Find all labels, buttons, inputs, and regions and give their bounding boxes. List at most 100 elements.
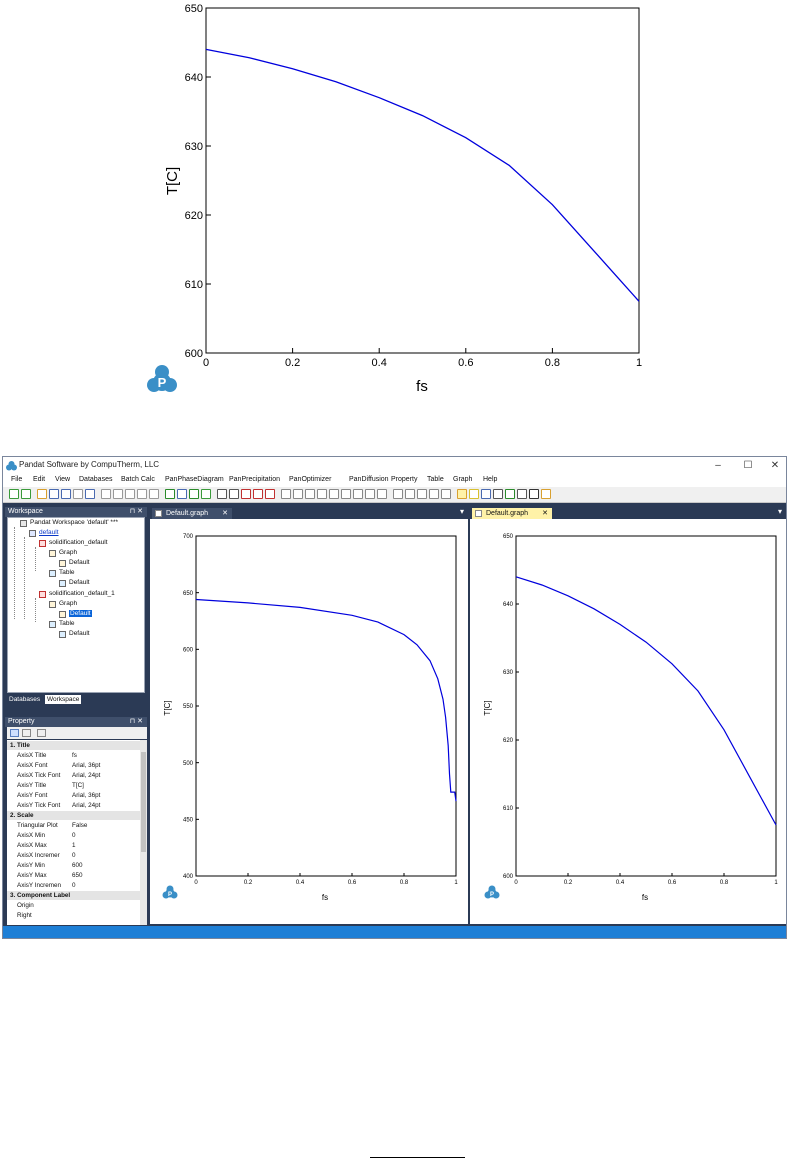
refresh-icon[interactable]: [165, 489, 175, 499]
property-row[interactable]: AxisX Tick Font Arial, 24pt: [7, 771, 140, 780]
bars-icon[interactable]: [405, 489, 415, 499]
property-row[interactable]: Right: [7, 911, 140, 920]
zoom-out-icon[interactable]: [293, 489, 303, 499]
wand-icon[interactable]: [457, 489, 467, 499]
export-icon[interactable]: [177, 489, 187, 499]
property-category[interactable]: 1. Title: [7, 741, 140, 750]
tree-solidification-default-1[interactable]: solidification_default_1: [49, 590, 115, 597]
menu-view[interactable]: View: [55, 476, 70, 483]
property-value[interactable]: T[C]: [72, 781, 84, 790]
property-pin-close[interactable]: ⊓ ✕: [130, 717, 143, 727]
left-doc-dropdown[interactable]: ▾: [460, 507, 464, 516]
property-value[interactable]: False: [72, 821, 87, 830]
menu-pandiffusion[interactable]: PanDiffusion: [349, 476, 389, 483]
property-row[interactable]: AxisY Incremen 0: [7, 881, 140, 890]
maximize-button[interactable]: ☐: [738, 459, 758, 472]
left-graph-view[interactable]: 0 0.2 0.4 0.6 0.8 1400450500550600650700 fs T…: [150, 519, 468, 924]
table-icon[interactable]: [329, 489, 339, 499]
tree-table-2[interactable]: Table: [59, 620, 75, 627]
select-icon[interactable]: [469, 489, 479, 499]
import-icon[interactable]: [189, 489, 199, 499]
property-value[interactable]: 0: [72, 881, 76, 890]
clear-icon[interactable]: [441, 489, 451, 499]
print-graph-icon[interactable]: [417, 489, 427, 499]
right-graph-view[interactable]: 0 0.2 0.4 0.6 0.8 1600610620630640650 fs T[C]…: [470, 519, 786, 924]
pencil-icon[interactable]: [541, 489, 551, 499]
tree-default[interactable]: default: [39, 529, 59, 536]
property-row[interactable]: AxisY Max 650: [7, 871, 140, 880]
property-row[interactable]: AxisX Incremer 0: [7, 851, 140, 860]
menu-panprecipitation[interactable]: PanPrecipitation: [229, 476, 280, 483]
open-icon[interactable]: [21, 489, 31, 499]
grid-icon[interactable]: [317, 489, 327, 499]
columns-icon[interactable]: [393, 489, 403, 499]
property-pages-icon[interactable]: [37, 729, 46, 737]
tree-table-1[interactable]: Table: [59, 569, 75, 576]
menu-table[interactable]: Table: [427, 476, 444, 483]
folder-icon[interactable]: [37, 489, 47, 499]
property-row[interactable]: AxisX Font Arial, 36pt: [7, 761, 140, 770]
copy-icon[interactable]: [113, 489, 123, 499]
frame-icon[interactable]: [505, 489, 515, 499]
workspace-pin-close[interactable]: ⊓ ✕: [130, 507, 143, 517]
property-value[interactable]: Arial, 36pt: [72, 761, 100, 770]
run-icon[interactable]: [201, 489, 211, 499]
point-calc-icon[interactable]: [217, 489, 227, 499]
tree-solidification-default[interactable]: solidification_default: [49, 539, 108, 546]
print-icon[interactable]: [73, 489, 83, 499]
chart-icon[interactable]: [341, 489, 351, 499]
property-value[interactable]: fs: [72, 751, 77, 760]
tree-root[interactable]: Pandat Workspace 'default' ***: [30, 519, 118, 526]
undo-icon[interactable]: [149, 489, 159, 499]
property-value[interactable]: Arial, 24pt: [72, 771, 100, 780]
merge-icon[interactable]: [353, 489, 363, 499]
tree-table-1-default[interactable]: Default: [69, 579, 90, 586]
property-row[interactable]: AxisY Font Arial, 36pt: [7, 791, 140, 800]
left-doc-tab[interactable]: Default.graph ✕: [152, 508, 232, 519]
contour-icon[interactable]: [253, 489, 263, 499]
property-value[interactable]: Arial, 36pt: [72, 791, 100, 800]
right-doc-tab-active[interactable]: Default.graph ✕: [472, 508, 552, 519]
property-row[interactable]: AxisX Max 1: [7, 841, 140, 850]
property-row[interactable]: Triangular Plot False: [7, 821, 140, 830]
property-scrollbar-thumb[interactable]: [141, 752, 146, 852]
tree-graph-2-default-selected[interactable]: Default: [69, 610, 92, 617]
property-value[interactable]: 1: [72, 841, 76, 850]
right-doc-dropdown[interactable]: ▾: [778, 507, 782, 516]
tab-databases[interactable]: Databases: [7, 695, 42, 704]
text-icon[interactable]: [529, 489, 539, 499]
property-row[interactable]: Origin: [7, 901, 140, 910]
minimize-button[interactable]: –: [708, 459, 728, 472]
property-row[interactable]: AxisX Title fs: [7, 751, 140, 760]
menu-graph[interactable]: Graph: [453, 476, 472, 483]
split-icon[interactable]: [365, 489, 375, 499]
print-preview-icon[interactable]: [85, 489, 95, 499]
property-value[interactable]: Arial, 24pt: [72, 801, 100, 810]
table-view-icon[interactable]: [517, 489, 527, 499]
cut-icon[interactable]: [101, 489, 111, 499]
property-value[interactable]: 0: [72, 851, 76, 860]
menu-panphasediagram[interactable]: PanPhaseDiagram: [165, 476, 224, 483]
paste-icon[interactable]: [125, 489, 135, 499]
line-calc-icon[interactable]: [229, 489, 239, 499]
property-row[interactable]: AxisY Tick Font Arial, 24pt: [7, 801, 140, 810]
new-icon[interactable]: [9, 489, 19, 499]
close-button[interactable]: ✕: [765, 459, 785, 472]
stop-icon[interactable]: [265, 489, 275, 499]
align-icon[interactable]: [377, 489, 387, 499]
property-value[interactable]: 600: [72, 861, 83, 870]
section-icon[interactable]: [241, 489, 251, 499]
layout-icon[interactable]: [305, 489, 315, 499]
left-doc-tab-close[interactable]: ✕: [222, 508, 228, 519]
property-row[interactable]: AxisX Min 0: [7, 831, 140, 840]
property-row[interactable]: AxisY Title T[C]: [7, 781, 140, 790]
menu-help[interactable]: Help: [483, 476, 497, 483]
property-row[interactable]: AxisY Min 600: [7, 861, 140, 870]
menu-edit[interactable]: Edit: [33, 476, 45, 483]
zoom-in-icon[interactable]: [281, 489, 291, 499]
property-category[interactable]: 2. Scale: [7, 811, 140, 820]
menu-batch-calc[interactable]: Batch Calc: [121, 476, 155, 483]
save-icon[interactable]: [49, 489, 59, 499]
tree-graph-1-default[interactable]: Default: [69, 559, 90, 566]
menu-databases[interactable]: Databases: [79, 476, 112, 483]
